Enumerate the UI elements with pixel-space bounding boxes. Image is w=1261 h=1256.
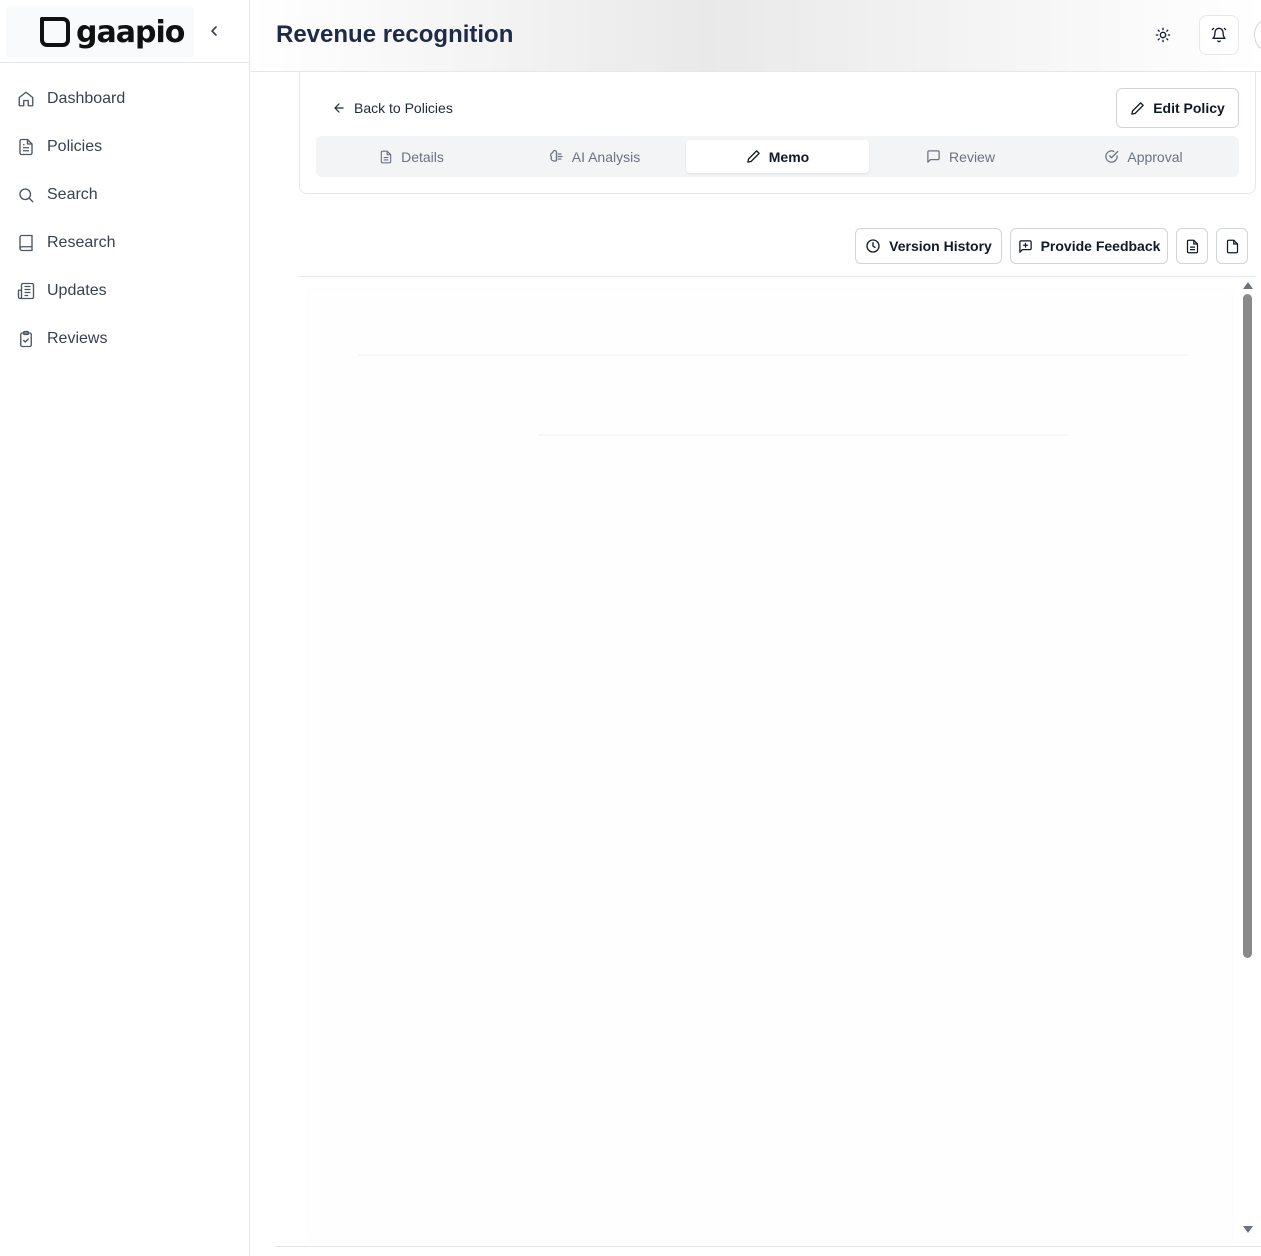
sidebar: gaapio Dashboard Policies Search Researc… bbox=[0, 0, 250, 1256]
sidebar-item-label: Dashboard bbox=[47, 90, 126, 107]
file-text-icon bbox=[16, 137, 36, 157]
clock-icon bbox=[866, 239, 880, 253]
sidebar-item-label: Search bbox=[47, 186, 98, 203]
back-to-policies-link[interactable]: Back to Policies bbox=[332, 100, 453, 116]
notifications-button[interactable] bbox=[1199, 15, 1239, 55]
provide-feedback-button[interactable]: Provide Feedback bbox=[1010, 228, 1168, 264]
back-link-label: Back to Policies bbox=[354, 100, 453, 116]
file-icon bbox=[380, 150, 392, 163]
chevron-left-icon bbox=[211, 26, 217, 36]
sidebar-item-research[interactable]: Research bbox=[0, 219, 250, 267]
edit-policy-label: Edit Policy bbox=[1153, 100, 1225, 116]
message-plus-icon bbox=[1018, 239, 1032, 253]
version-history-label: Version History bbox=[889, 238, 992, 254]
book-icon bbox=[16, 233, 36, 253]
export-file-button[interactable] bbox=[1216, 228, 1248, 264]
check-circle-icon bbox=[1105, 150, 1119, 163]
tab-label: Details bbox=[401, 148, 444, 165]
newspaper-icon bbox=[16, 281, 36, 301]
brand-logo[interactable]: gaapio bbox=[6, 6, 194, 58]
search-icon bbox=[16, 185, 36, 205]
tab-review[interactable]: Review bbox=[869, 140, 1052, 173]
export-document-button[interactable] bbox=[1176, 228, 1208, 264]
sidebar-item-label: Policies bbox=[47, 138, 103, 155]
scroll-thumb[interactable] bbox=[1243, 294, 1252, 958]
memo-placeholder-line bbox=[538, 434, 1068, 436]
page-title: Revenue recognition bbox=[276, 21, 514, 48]
tab-memo[interactable]: Memo bbox=[686, 140, 869, 173]
sidebar-item-search[interactable]: Search bbox=[0, 171, 250, 219]
policy-card: Back to Policies Edit Policy Details AI … bbox=[299, 72, 1256, 194]
pencil-icon bbox=[747, 150, 760, 163]
logo-mark-icon bbox=[40, 17, 70, 47]
memo-placeholder-line bbox=[358, 354, 1188, 356]
content-divider bbox=[298, 276, 1256, 277]
tab-label: Memo bbox=[768, 148, 810, 165]
scroll-up-arrow-icon[interactable] bbox=[1243, 282, 1253, 289]
bottom-divider bbox=[275, 1246, 1261, 1247]
tab-label: AI Analysis bbox=[571, 148, 641, 165]
brand-name: gaapio bbox=[76, 14, 185, 50]
brain-icon bbox=[549, 149, 563, 162]
arrow-left-icon bbox=[334, 103, 344, 113]
tab-approval[interactable]: Approval bbox=[1052, 140, 1235, 173]
tab-label: Approval bbox=[1127, 148, 1183, 165]
sidebar-item-label: Reviews bbox=[47, 330, 108, 347]
bell-icon bbox=[1211, 27, 1227, 43]
file-text-icon bbox=[1186, 239, 1198, 253]
sun-icon bbox=[1155, 27, 1171, 43]
user-avatar[interactable] bbox=[1254, 17, 1261, 53]
sidebar-item-updates[interactable]: Updates bbox=[0, 267, 250, 315]
sidebar-item-policies[interactable]: Policies bbox=[0, 123, 250, 171]
policy-tabs: Details AI Analysis Memo Review Approval bbox=[316, 136, 1239, 177]
provide-feedback-label: Provide Feedback bbox=[1040, 238, 1161, 254]
sidebar-nav: Dashboard Policies Search Research Updat… bbox=[0, 75, 250, 363]
sidebar-item-label: Research bbox=[47, 234, 116, 251]
sidebar-item-reviews[interactable]: Reviews bbox=[0, 315, 250, 363]
clipboard-check-icon bbox=[16, 329, 36, 349]
tab-details[interactable]: Details bbox=[320, 140, 503, 173]
scroll-down-arrow-icon[interactable] bbox=[1243, 1226, 1253, 1233]
sidebar-divider bbox=[0, 62, 250, 63]
collapse-sidebar-button[interactable] bbox=[204, 20, 224, 42]
memo-document-viewer[interactable] bbox=[308, 290, 1232, 1240]
tab-label: Review bbox=[949, 148, 995, 165]
home-icon bbox=[16, 89, 36, 109]
theme-toggle-button[interactable] bbox=[1149, 21, 1177, 49]
edit-policy-button[interactable]: Edit Policy bbox=[1116, 88, 1239, 128]
message-square-icon bbox=[927, 150, 940, 163]
memo-scrollbar[interactable] bbox=[1240, 278, 1256, 1240]
pencil-icon bbox=[1131, 101, 1144, 115]
file-icon bbox=[1226, 239, 1238, 253]
sidebar-item-dashboard[interactable]: Dashboard bbox=[0, 75, 250, 123]
top-header: Revenue recognition bbox=[251, 0, 1261, 72]
sidebar-item-label: Updates bbox=[47, 282, 107, 299]
tab-ai-analysis[interactable]: AI Analysis bbox=[503, 140, 686, 173]
version-history-button[interactable]: Version History bbox=[855, 228, 1002, 264]
